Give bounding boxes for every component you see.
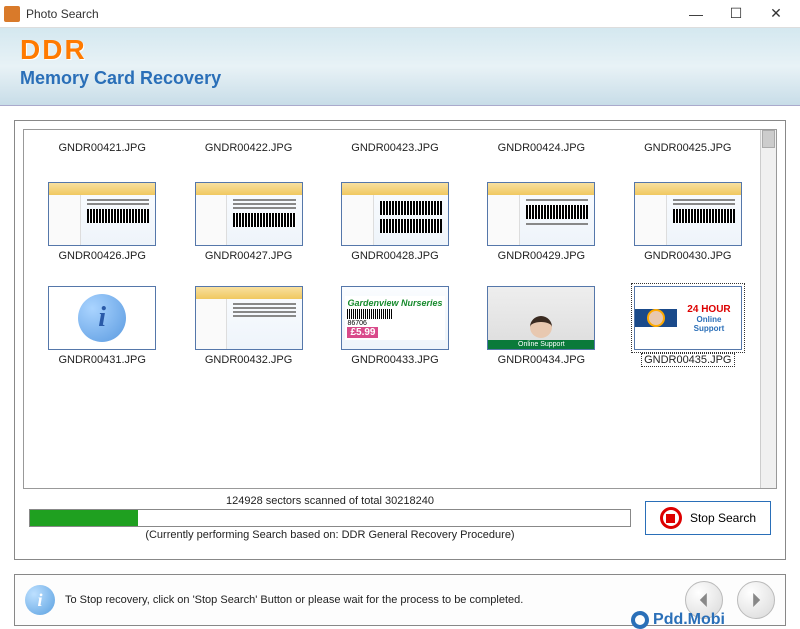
minimize-button[interactable]: — bbox=[676, 1, 716, 27]
info-icon: i bbox=[25, 585, 55, 615]
thumbnail-image bbox=[341, 182, 449, 246]
thumbnail-image: 24 HOUROnlineSupport bbox=[634, 286, 742, 350]
thumbnail-image bbox=[634, 182, 742, 246]
file-item[interactable]: GNDR00429.JPG bbox=[473, 164, 609, 262]
file-label[interactable]: GNDR00421.JPG bbox=[34, 136, 170, 158]
file-caption: GNDR00427.JPG bbox=[205, 250, 292, 262]
file-item[interactable]: GNDR00428.JPG bbox=[327, 164, 463, 262]
file-item[interactable]: i GNDR00431.JPG bbox=[34, 268, 170, 366]
garden-title: Gardenview Nurseries bbox=[347, 298, 442, 308]
file-caption: GNDR00433.JPG bbox=[351, 354, 438, 366]
progress-bar bbox=[29, 509, 631, 527]
garden-code: 86706 bbox=[347, 320, 442, 327]
progress-subtext: (Currently performing Search based on: D… bbox=[29, 529, 631, 541]
file-item[interactable]: GNDR00426.JPG bbox=[34, 164, 170, 262]
file-item[interactable]: GNDR00430.JPG bbox=[620, 164, 756, 262]
thumbnail-image bbox=[487, 182, 595, 246]
info-icon: i bbox=[78, 294, 126, 342]
thumbnail-image bbox=[195, 286, 303, 350]
scrollbar-thumb[interactable] bbox=[762, 130, 775, 148]
progress-section: 124928 sectors scanned of total 30218240… bbox=[29, 495, 631, 541]
file-caption: GNDR00434.JPG bbox=[498, 354, 585, 366]
results-area: GNDR00421.JPG GNDR00422.JPG GNDR00423.JP… bbox=[23, 129, 777, 489]
file-item[interactable]: Online Support GNDR00434.JPG bbox=[473, 268, 609, 366]
thumbnail-image bbox=[195, 182, 303, 246]
support-support: Support bbox=[681, 324, 737, 333]
hint-text: To Stop recovery, click on 'Stop Search'… bbox=[65, 594, 671, 606]
file-label[interactable]: GNDR00422.JPG bbox=[180, 136, 316, 158]
chevron-left-icon bbox=[697, 593, 711, 607]
titlebar: Photo Search — ☐ ✕ bbox=[0, 0, 800, 28]
file-caption: GNDR00432.JPG bbox=[205, 354, 292, 366]
close-button[interactable]: ✕ bbox=[756, 1, 796, 27]
logo-text: DDR bbox=[20, 34, 780, 66]
thumbnail-image: Gardenview Nurseries 86706£5.99 bbox=[341, 286, 449, 350]
support-24: 24 HOUR bbox=[681, 304, 737, 315]
scrollbar[interactable] bbox=[760, 130, 776, 488]
stop-label: Stop Search bbox=[690, 511, 756, 525]
app-header: DDR Memory Card Recovery bbox=[0, 28, 800, 106]
stop-search-button[interactable]: Stop Search bbox=[645, 501, 771, 535]
watermark: Pdd.Mobi bbox=[631, 611, 725, 629]
file-label[interactable]: GNDR00425.JPG bbox=[620, 136, 756, 158]
file-caption: GNDR00428.JPG bbox=[351, 250, 438, 262]
file-item[interactable]: GNDR00427.JPG bbox=[180, 164, 316, 262]
garden-price: £5.99 bbox=[347, 327, 378, 338]
person-band: Online Support bbox=[488, 340, 594, 349]
support-online: Online bbox=[681, 315, 737, 324]
file-caption: GNDR00426.JPG bbox=[58, 250, 145, 262]
watermark-text: Pdd.Mobi bbox=[653, 611, 725, 629]
file-caption: GNDR00429.JPG bbox=[498, 250, 585, 262]
header-subtitle: Memory Card Recovery bbox=[20, 68, 780, 89]
file-caption: GNDR00435.JPG bbox=[642, 354, 733, 366]
chevron-right-icon bbox=[749, 593, 763, 607]
thumbnail-image: i bbox=[48, 286, 156, 350]
file-label[interactable]: GNDR00423.JPG bbox=[327, 136, 463, 158]
file-item[interactable]: Gardenview Nurseries 86706£5.99 GNDR00433… bbox=[327, 268, 463, 366]
file-item[interactable]: 24 HOUROnlineSupport GNDR00435.JPG bbox=[620, 268, 756, 366]
footer-bar: i To Stop recovery, click on 'Stop Searc… bbox=[14, 574, 786, 626]
file-label[interactable]: GNDR00424.JPG bbox=[473, 136, 609, 158]
maximize-button[interactable]: ☐ bbox=[716, 1, 756, 27]
window-title: Photo Search bbox=[26, 7, 676, 21]
file-item[interactable]: GNDR00432.JPG bbox=[180, 268, 316, 366]
progress-fill bbox=[30, 510, 138, 526]
thumbnail-image: Online Support bbox=[487, 286, 595, 350]
forward-button[interactable] bbox=[737, 581, 775, 619]
app-icon bbox=[4, 6, 20, 22]
file-caption: GNDR00431.JPG bbox=[58, 354, 145, 366]
main-panel: GNDR00421.JPG GNDR00422.JPG GNDR00423.JP… bbox=[14, 120, 786, 560]
thumbnail-grid: GNDR00421.JPG GNDR00422.JPG GNDR00423.JP… bbox=[24, 130, 776, 372]
stop-icon bbox=[660, 507, 682, 529]
progress-text: 124928 sectors scanned of total 30218240 bbox=[29, 495, 631, 507]
watermark-icon bbox=[631, 611, 649, 629]
status-row: 124928 sectors scanned of total 30218240… bbox=[15, 489, 785, 543]
file-caption: GNDR00430.JPG bbox=[644, 250, 731, 262]
thumbnail-image bbox=[48, 182, 156, 246]
